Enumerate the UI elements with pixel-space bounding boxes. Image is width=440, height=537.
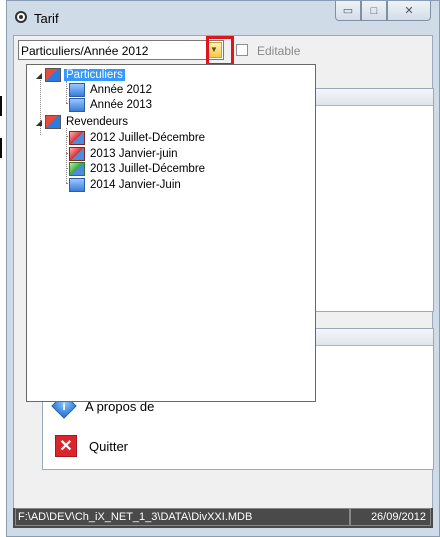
background-edge-mark [0, 96, 2, 116]
window-controls: ▭ □ ✕ [335, 1, 431, 23]
tree-node-2014-janvier-juin[interactable]: 2014 Janvier-Juin [69, 177, 183, 193]
minimize-button[interactable]: ▭ [335, 1, 361, 21]
tree-node-label: Revendeurs [66, 116, 129, 128]
tree-node-annee-2012[interactable]: Année 2012 [69, 82, 154, 98]
tariff-red-icon [69, 131, 85, 145]
status-database-path: F:\AD\DEV\Ch_iX_NET_1_3\DATA\DivXXI.MDB [15, 508, 351, 526]
tariff-tree-dropdown: ◢ Particuliers Année 2012 Année 2013 ◢ R… [26, 64, 316, 402]
folder-tariff-icon [45, 68, 61, 82]
maximize-icon: □ [370, 4, 378, 17]
tree-line [66, 81, 67, 103]
tree-node-label: Année 2013 [90, 99, 153, 111]
tree-node-2013-juillet-decembre[interactable]: 2013 Juillet-Décembre [69, 161, 207, 177]
app-icon [15, 11, 27, 23]
editable-checkbox[interactable] [236, 44, 248, 56]
highlight-box [206, 36, 234, 66]
tariff-green-icon [69, 162, 85, 176]
quit-icon: ✕ [55, 435, 77, 457]
window-title: Tarif [34, 11, 59, 26]
tree-node-annee-2013[interactable]: Année 2013 [69, 97, 154, 113]
expander-icon[interactable]: ◢ [35, 118, 43, 127]
quit-action[interactable]: ✕ Quitter [55, 435, 128, 457]
tree-node-label: Année 2012 [90, 84, 153, 96]
tariff-red-icon [69, 147, 85, 161]
maximize-button[interactable]: □ [361, 1, 387, 21]
close-button[interactable]: ✕ [387, 1, 431, 21]
tree-node-label: 2013 Juillet-Décembre [90, 163, 206, 175]
close-icon: ✕ [404, 5, 414, 17]
combo-value: Particuliers/Année 2012 [21, 44, 149, 58]
editable-label: Editable [257, 44, 301, 58]
tree-node-particuliers[interactable]: ◢ Particuliers [35, 67, 125, 83]
tree-node-label: Particuliers [64, 69, 125, 81]
tree-node-revendeurs[interactable]: ◢ Revendeurs [35, 114, 130, 130]
minimize-icon: ▭ [342, 5, 354, 17]
tree-node-label: 2012 Juillet-Décembre [90, 132, 206, 144]
tree-node-2012-juillet-decembre[interactable]: 2012 Juillet-Décembre [69, 130, 207, 146]
tree-node-label: 2013 Janvier-juin [90, 148, 178, 160]
tree-node-2013-janvier-juin[interactable]: 2013 Janvier-juin [69, 146, 180, 162]
status-bar: F:\AD\DEV\Ch_iX_NET_1_3\DATA\DivXXI.MDB … [13, 508, 433, 528]
folder-tariff-icon [45, 115, 61, 129]
tariff-blue-icon [69, 98, 85, 112]
tree-node-label: 2014 Janvier-Juin [90, 179, 181, 191]
tariff-combo[interactable]: Particuliers/Année 2012 ▼ [18, 40, 224, 60]
expander-icon[interactable]: ◢ [35, 71, 43, 80]
status-date: 26/09/2012 [349, 508, 431, 526]
tariff-blue-icon [69, 178, 85, 192]
quit-label: Quitter [89, 438, 129, 454]
tariff-blue-icon [69, 83, 85, 97]
title-bar[interactable]: Tarif ▭ □ ✕ [7, 1, 439, 35]
background-edge-mark [0, 138, 2, 158]
